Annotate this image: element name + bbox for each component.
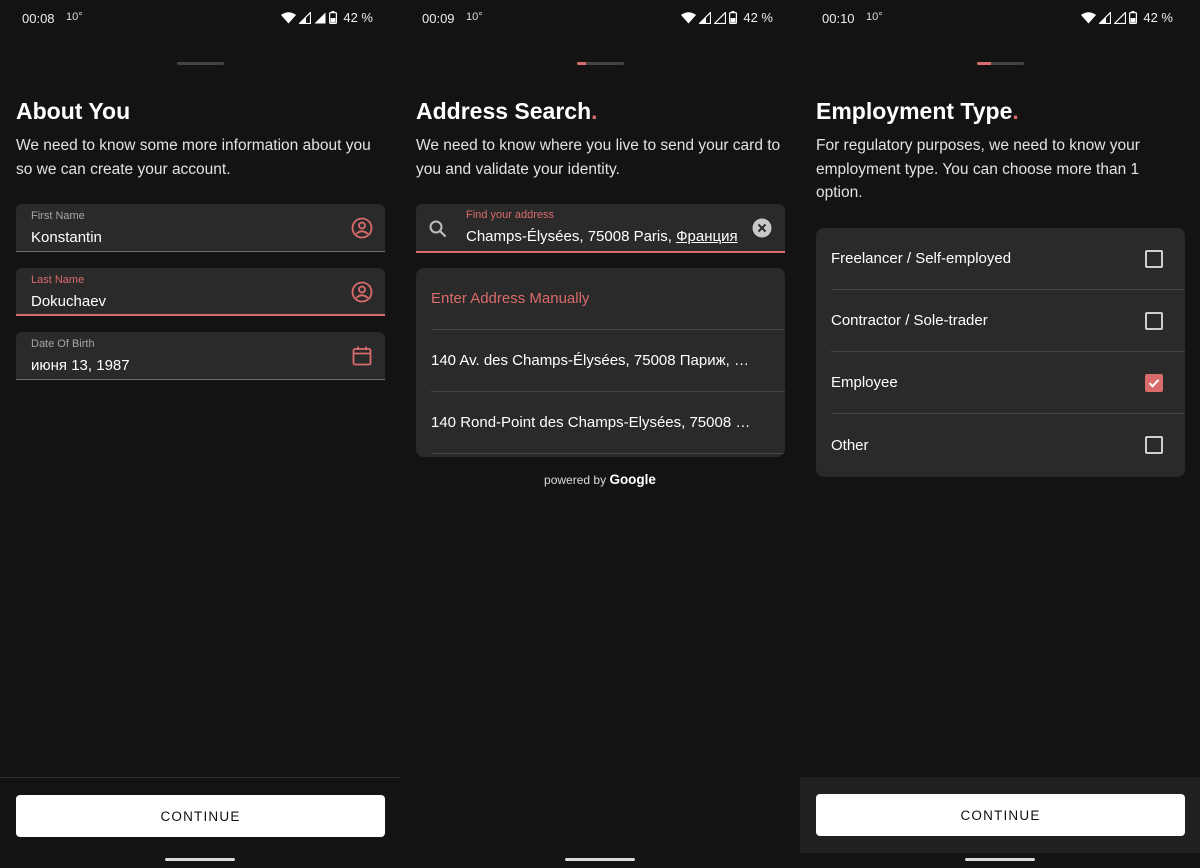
- calendar-icon[interactable]: [351, 345, 373, 367]
- checkbox[interactable]: [1145, 374, 1163, 392]
- address-search-input[interactable]: Find your address Champs-Élysées, 75008 …: [416, 204, 785, 253]
- status-temperature: 10°: [466, 11, 483, 23]
- page-subtitle: For regulatory purposes, we need to know…: [816, 137, 1140, 201]
- status-time: 00:08: [22, 11, 55, 26]
- option-contractor[interactable]: Contractor / Sole-trader: [831, 290, 1185, 352]
- date-of-birth-value: июня 13, 1987: [31, 357, 130, 374]
- battery-percentage: 42 %: [343, 10, 373, 25]
- option-label: Contractor / Sole-trader: [831, 312, 988, 329]
- page-title: Employment Type.: [816, 98, 1019, 124]
- onboarding-progress: [577, 62, 624, 65]
- checkbox[interactable]: [1145, 436, 1163, 454]
- battery-percentage: 42 %: [1143, 10, 1173, 25]
- status-icons: 42 %: [681, 10, 773, 25]
- address-results-list: Enter Address Manually 140 Av. des Champ…: [416, 268, 785, 457]
- battery-percentage: 42 %: [743, 10, 773, 25]
- wifi-icon: [1081, 11, 1097, 23]
- onboarding-progress-fill: [977, 62, 992, 65]
- continue-button[interactable]: CONTINUE: [16, 795, 385, 837]
- first-name-field[interactable]: First Name Konstantin: [16, 204, 385, 252]
- date-of-birth-label: Date Of Birth: [31, 338, 95, 350]
- battery-icon: [729, 11, 738, 24]
- first-name-value: Konstantin: [31, 229, 102, 246]
- status-bar: 00:09 10° 42 %: [400, 0, 800, 36]
- clear-icon[interactable]: [752, 218, 772, 238]
- about-you-screen: 00:08 10° 42 % About You We need to know…: [0, 0, 400, 868]
- screens-container: 00:08 10° 42 % About You We need to know…: [0, 0, 1200, 868]
- checkbox[interactable]: [1145, 312, 1163, 330]
- page-subtitle: We need to know where you live to send y…: [416, 137, 781, 178]
- home-indicator[interactable]: [565, 858, 635, 861]
- wifi-icon: [281, 11, 297, 23]
- onboarding-progress-fill: [577, 62, 587, 65]
- signal-icon: [714, 11, 727, 24]
- employment-type-screen: 00:10 10° 42 % Employment Type. For regu…: [800, 0, 1200, 868]
- signal-icon: [299, 11, 312, 24]
- status-time: 00:10: [822, 11, 855, 26]
- powered-by-google: powered by Google: [544, 472, 656, 487]
- account-circle-icon: [351, 217, 373, 239]
- home-indicator[interactable]: [965, 858, 1035, 861]
- bottom-bar: CONTINUE: [800, 777, 1200, 853]
- last-name-field[interactable]: Last Name Dokuchaev: [16, 268, 385, 316]
- checkmark-icon: [1148, 379, 1160, 388]
- search-country: Франция: [676, 228, 738, 245]
- bottom-bar: CONTINUE: [0, 777, 400, 853]
- battery-icon: [1129, 11, 1138, 24]
- page-title: About You: [16, 98, 131, 124]
- last-name-value: Dokuchaev: [31, 293, 107, 310]
- home-indicator[interactable]: [165, 858, 235, 861]
- status-temperature: 10°: [66, 11, 83, 23]
- last-name-label: Last Name: [31, 274, 85, 286]
- wifi-icon: [681, 11, 697, 23]
- status-bar: 00:10 10° 42 %: [800, 0, 1200, 36]
- status-icons: 42 %: [1081, 10, 1173, 25]
- signal-icon: [699, 11, 712, 24]
- address-result-item[interactable]: 140 Rond-Point des Champs-Elysées, 75008…: [431, 392, 785, 454]
- title-dot: .: [1012, 98, 1019, 124]
- status-bar: 00:08 10° 42 %: [0, 0, 400, 36]
- page-title: Address Search.: [416, 98, 598, 124]
- employment-options-list: Freelancer / Self-employed Contractor / …: [816, 228, 1185, 477]
- address-result-item[interactable]: 140 Av. des Champs-Élysées, 75008 Париж,…: [431, 330, 785, 392]
- option-label: Employee: [831, 374, 898, 391]
- onboarding-progress: [977, 62, 1024, 65]
- continue-button[interactable]: CONTINUE: [816, 794, 1185, 836]
- status-temperature: 10°: [866, 11, 883, 23]
- search-value: Champs-Élysées, 75008 Paris, Франция: [466, 228, 738, 245]
- option-label: Freelancer / Self-employed: [831, 250, 1012, 267]
- battery-icon: [329, 11, 338, 24]
- status-time: 00:09: [422, 11, 455, 26]
- signal-icon: [1099, 11, 1112, 24]
- option-other[interactable]: Other: [831, 414, 1185, 476]
- search-icon: [429, 220, 447, 238]
- address-search-screen: 00:09 10° 42 % Address Search. We need t…: [400, 0, 800, 868]
- option-freelancer[interactable]: Freelancer / Self-employed: [831, 228, 1185, 290]
- signal-icon: [314, 12, 326, 23]
- first-name-label: First Name: [31, 210, 85, 222]
- checkbox[interactable]: [1145, 250, 1163, 268]
- option-employee[interactable]: Employee: [831, 352, 1185, 414]
- title-dot: .: [591, 98, 598, 124]
- account-circle-icon: [351, 281, 373, 303]
- page-subtitle: We need to know some more information ab…: [16, 137, 371, 178]
- date-of-birth-field[interactable]: Date Of Birth июня 13, 1987: [16, 332, 385, 380]
- option-label: Other: [831, 436, 869, 454]
- signal-icon: [1114, 11, 1127, 24]
- google-logo: Google: [609, 472, 656, 487]
- onboarding-progress: [177, 62, 224, 65]
- search-label: Find your address: [466, 209, 555, 221]
- enter-address-manually-button[interactable]: Enter Address Manually: [431, 268, 785, 330]
- status-icons: 42 %: [281, 10, 373, 25]
